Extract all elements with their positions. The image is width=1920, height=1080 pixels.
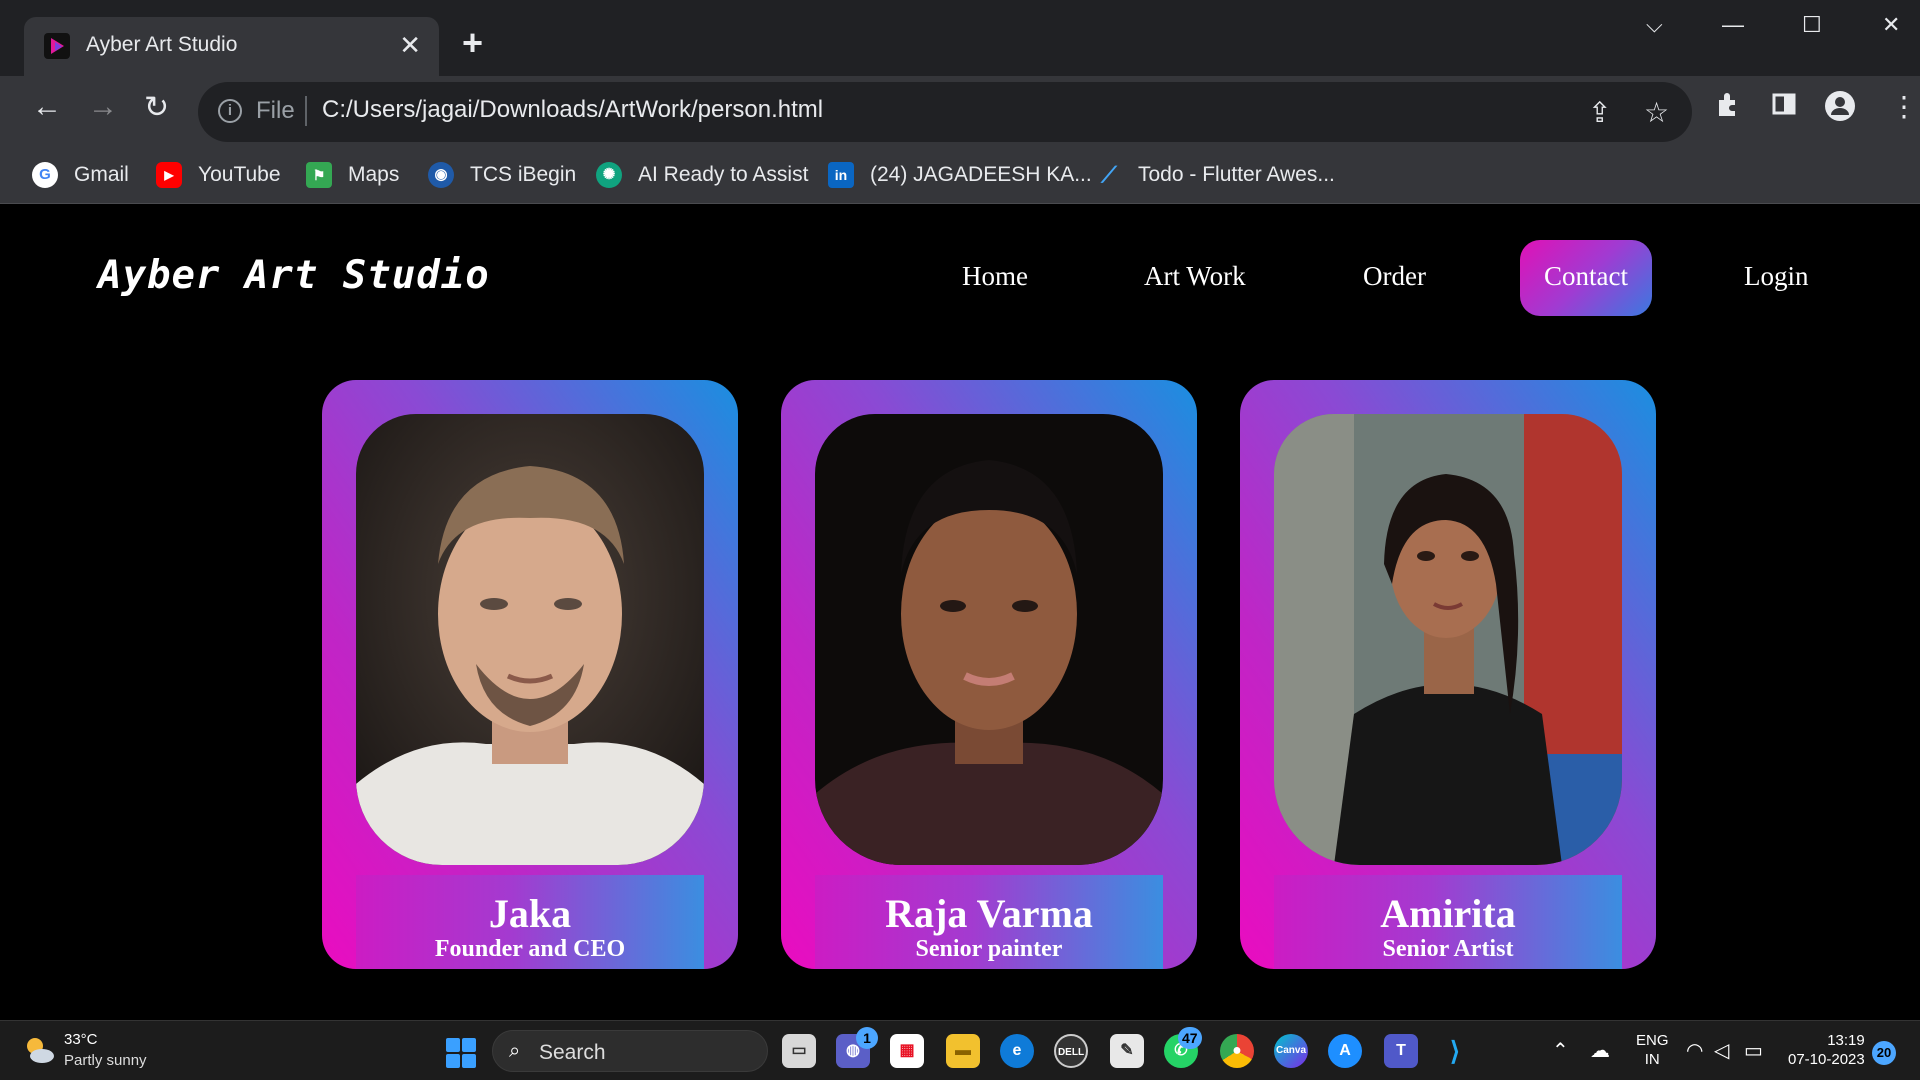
site-brand[interactable]: Ayber Art Studio (98, 253, 490, 298)
nav-artwork[interactable]: Art Work (1144, 261, 1246, 292)
reload-button[interactable]: ↻ (144, 90, 169, 125)
side-panel-icon[interactable] (1770, 90, 1798, 125)
share-icon[interactable]: ⇪ (1588, 96, 1611, 129)
person-name: Raja Varma (885, 891, 1093, 936)
weather-temp[interactable]: 33°C (64, 1031, 98, 1048)
close-window-button[interactable]: ✕ (1882, 12, 1900, 38)
bookmark-flutter-todo[interactable]: ⟋ Todo - Flutter Awes... (1096, 160, 1335, 190)
chrome-icon[interactable]: ● (1220, 1034, 1254, 1068)
bookmark-gmail[interactable]: G Gmail (32, 160, 129, 190)
maps-icon: ⚑ (306, 162, 332, 188)
person-photo (356, 414, 704, 865)
bookmark-linkedin[interactable]: in (24) JAGADEESH KA... (828, 160, 1092, 190)
file-explorer-icon[interactable]: ▬ (946, 1034, 980, 1068)
maximize-button[interactable]: ☐ (1802, 12, 1822, 38)
person-role: Senior Artist (1382, 936, 1514, 962)
browser-tab[interactable]: Ayber Art Studio ✕ (24, 17, 439, 76)
person-card[interactable]: Amirita Senior Artist (1240, 380, 1656, 969)
wifi-icon[interactable]: ◠ (1686, 1038, 1703, 1063)
bookmark-maps[interactable]: ⚑ Maps (306, 160, 399, 190)
bookmark-tcs-ibegin[interactable]: ◉ TCS iBegin (428, 160, 576, 190)
windows-taskbar: 33°C Partly sunny ⌕ Search ▭ ◍ 1 ▦ ▬ e D… (0, 1020, 1920, 1080)
system-clock[interactable]: 13:19 07-10-2023 (1788, 1031, 1865, 1069)
tab-search-icon[interactable]: ⌵ (1646, 12, 1663, 38)
address-bar[interactable]: i File C:/Users/jagai/Downloads/ArtWork/… (198, 82, 1692, 142)
volume-icon[interactable]: ◁ (1714, 1038, 1729, 1063)
person-card[interactable]: Jaka Founder and CEO (322, 380, 738, 969)
nav-login[interactable]: Login (1744, 261, 1809, 292)
scheme-label: File (256, 97, 295, 124)
bookmarks-bar: G Gmail ▶ YouTube ⚑ Maps ◉ TCS iBegin ✺ … (0, 146, 1920, 204)
omnibox-divider (305, 96, 307, 126)
edge-icon[interactable]: e (1000, 1034, 1034, 1068)
taskbar-search[interactable]: ⌕ Search (492, 1030, 768, 1072)
nav-order[interactable]: Order (1363, 261, 1426, 292)
clock-date: 07-10-2023 (1788, 1051, 1865, 1068)
windows-start-icon[interactable] (446, 1038, 476, 1068)
tab-title: Ayber Art Studio (86, 33, 238, 56)
battery-icon[interactable]: ▭ (1744, 1038, 1763, 1063)
search-icon: ⌕ (509, 1040, 521, 1062)
forward-button[interactable]: → (88, 90, 118, 124)
bookmark-youtube[interactable]: ▶ YouTube (156, 160, 281, 190)
person-name: Amirita (1380, 891, 1516, 936)
info-icon[interactable]: i (218, 99, 242, 123)
tab-close-icon[interactable]: ✕ (399, 30, 421, 61)
notification-badge[interactable]: 20 (1872, 1041, 1896, 1065)
task-view-icon[interactable]: ▭ (782, 1034, 816, 1068)
android-studio-icon[interactable]: A (1328, 1034, 1362, 1068)
weather-desc[interactable]: Partly sunny (64, 1052, 147, 1069)
chatgpt-icon: ✺ (596, 162, 622, 188)
youtube-icon: ▶ (156, 162, 182, 188)
nav-contact-label: Contact (1544, 261, 1628, 291)
nav-contact[interactable]: Contact (1520, 240, 1652, 316)
notepad-icon[interactable]: ✎ (1110, 1034, 1144, 1068)
lang-line2: IN (1644, 1051, 1660, 1068)
back-button[interactable]: ← (32, 90, 62, 124)
tcs-icon: ◉ (428, 162, 454, 188)
chat-badge: 1 (856, 1027, 878, 1049)
store-icon[interactable]: ▦ (890, 1034, 924, 1068)
whatsapp-badge: 47 (1178, 1027, 1202, 1049)
new-tab-button[interactable]: + (462, 22, 483, 64)
url-text[interactable]: C:/Users/jagai/Downloads/ArtWork/person.… (322, 96, 823, 124)
tab-strip: Ayber Art Studio ✕ + ⌵ — ☐ ✕ (0, 0, 1920, 76)
onedrive-icon[interactable]: ☁ (1590, 1038, 1610, 1063)
menu-kebab-icon[interactable]: ⋮ (1890, 90, 1918, 123)
dell-icon[interactable]: DELL (1054, 1034, 1088, 1068)
flutter-icon: ⟋ (1101, 162, 1117, 187)
person-role: Senior painter (915, 936, 1063, 962)
profile-avatar-icon[interactable] (1824, 90, 1856, 129)
extensions-icon[interactable] (1714, 90, 1742, 125)
show-hidden-icons[interactable]: ⌃ (1552, 1038, 1569, 1063)
person-photo (815, 414, 1163, 865)
google-icon: G (32, 162, 58, 188)
web-page: Ayber Art Studio Home Art Work Order Con… (10, 205, 1920, 1020)
person-role: Founder and CEO (434, 936, 626, 962)
browser-toolbar: ← → ↻ i File C:/Users/jagai/Downloads/Ar… (0, 76, 1920, 146)
clock-time: 13:19 (1827, 1032, 1865, 1049)
person-photo (1274, 414, 1622, 865)
bookmark-ai-ready[interactable]: ✺ AI Ready to Assist (596, 160, 808, 190)
canva-icon[interactable]: Canva (1274, 1034, 1308, 1068)
person-name: Jaka (488, 891, 572, 936)
input-language[interactable]: ENG IN (1636, 1031, 1669, 1069)
nav-home[interactable]: Home (962, 261, 1028, 292)
taskbar-search-label: Search (539, 1041, 606, 1064)
bookmark-star-icon[interactable]: ☆ (1644, 96, 1669, 129)
teams-icon[interactable]: T (1384, 1034, 1418, 1068)
minimize-button[interactable]: — (1722, 12, 1744, 38)
weather-icon[interactable] (22, 1033, 56, 1067)
site-favicon-icon (44, 33, 70, 59)
vscode-icon[interactable]: ⟩ (1438, 1034, 1472, 1068)
linkedin-icon: in (828, 162, 854, 188)
person-card[interactable]: Raja Varma Senior painter (781, 380, 1197, 969)
lang-line1: ENG (1636, 1032, 1669, 1049)
